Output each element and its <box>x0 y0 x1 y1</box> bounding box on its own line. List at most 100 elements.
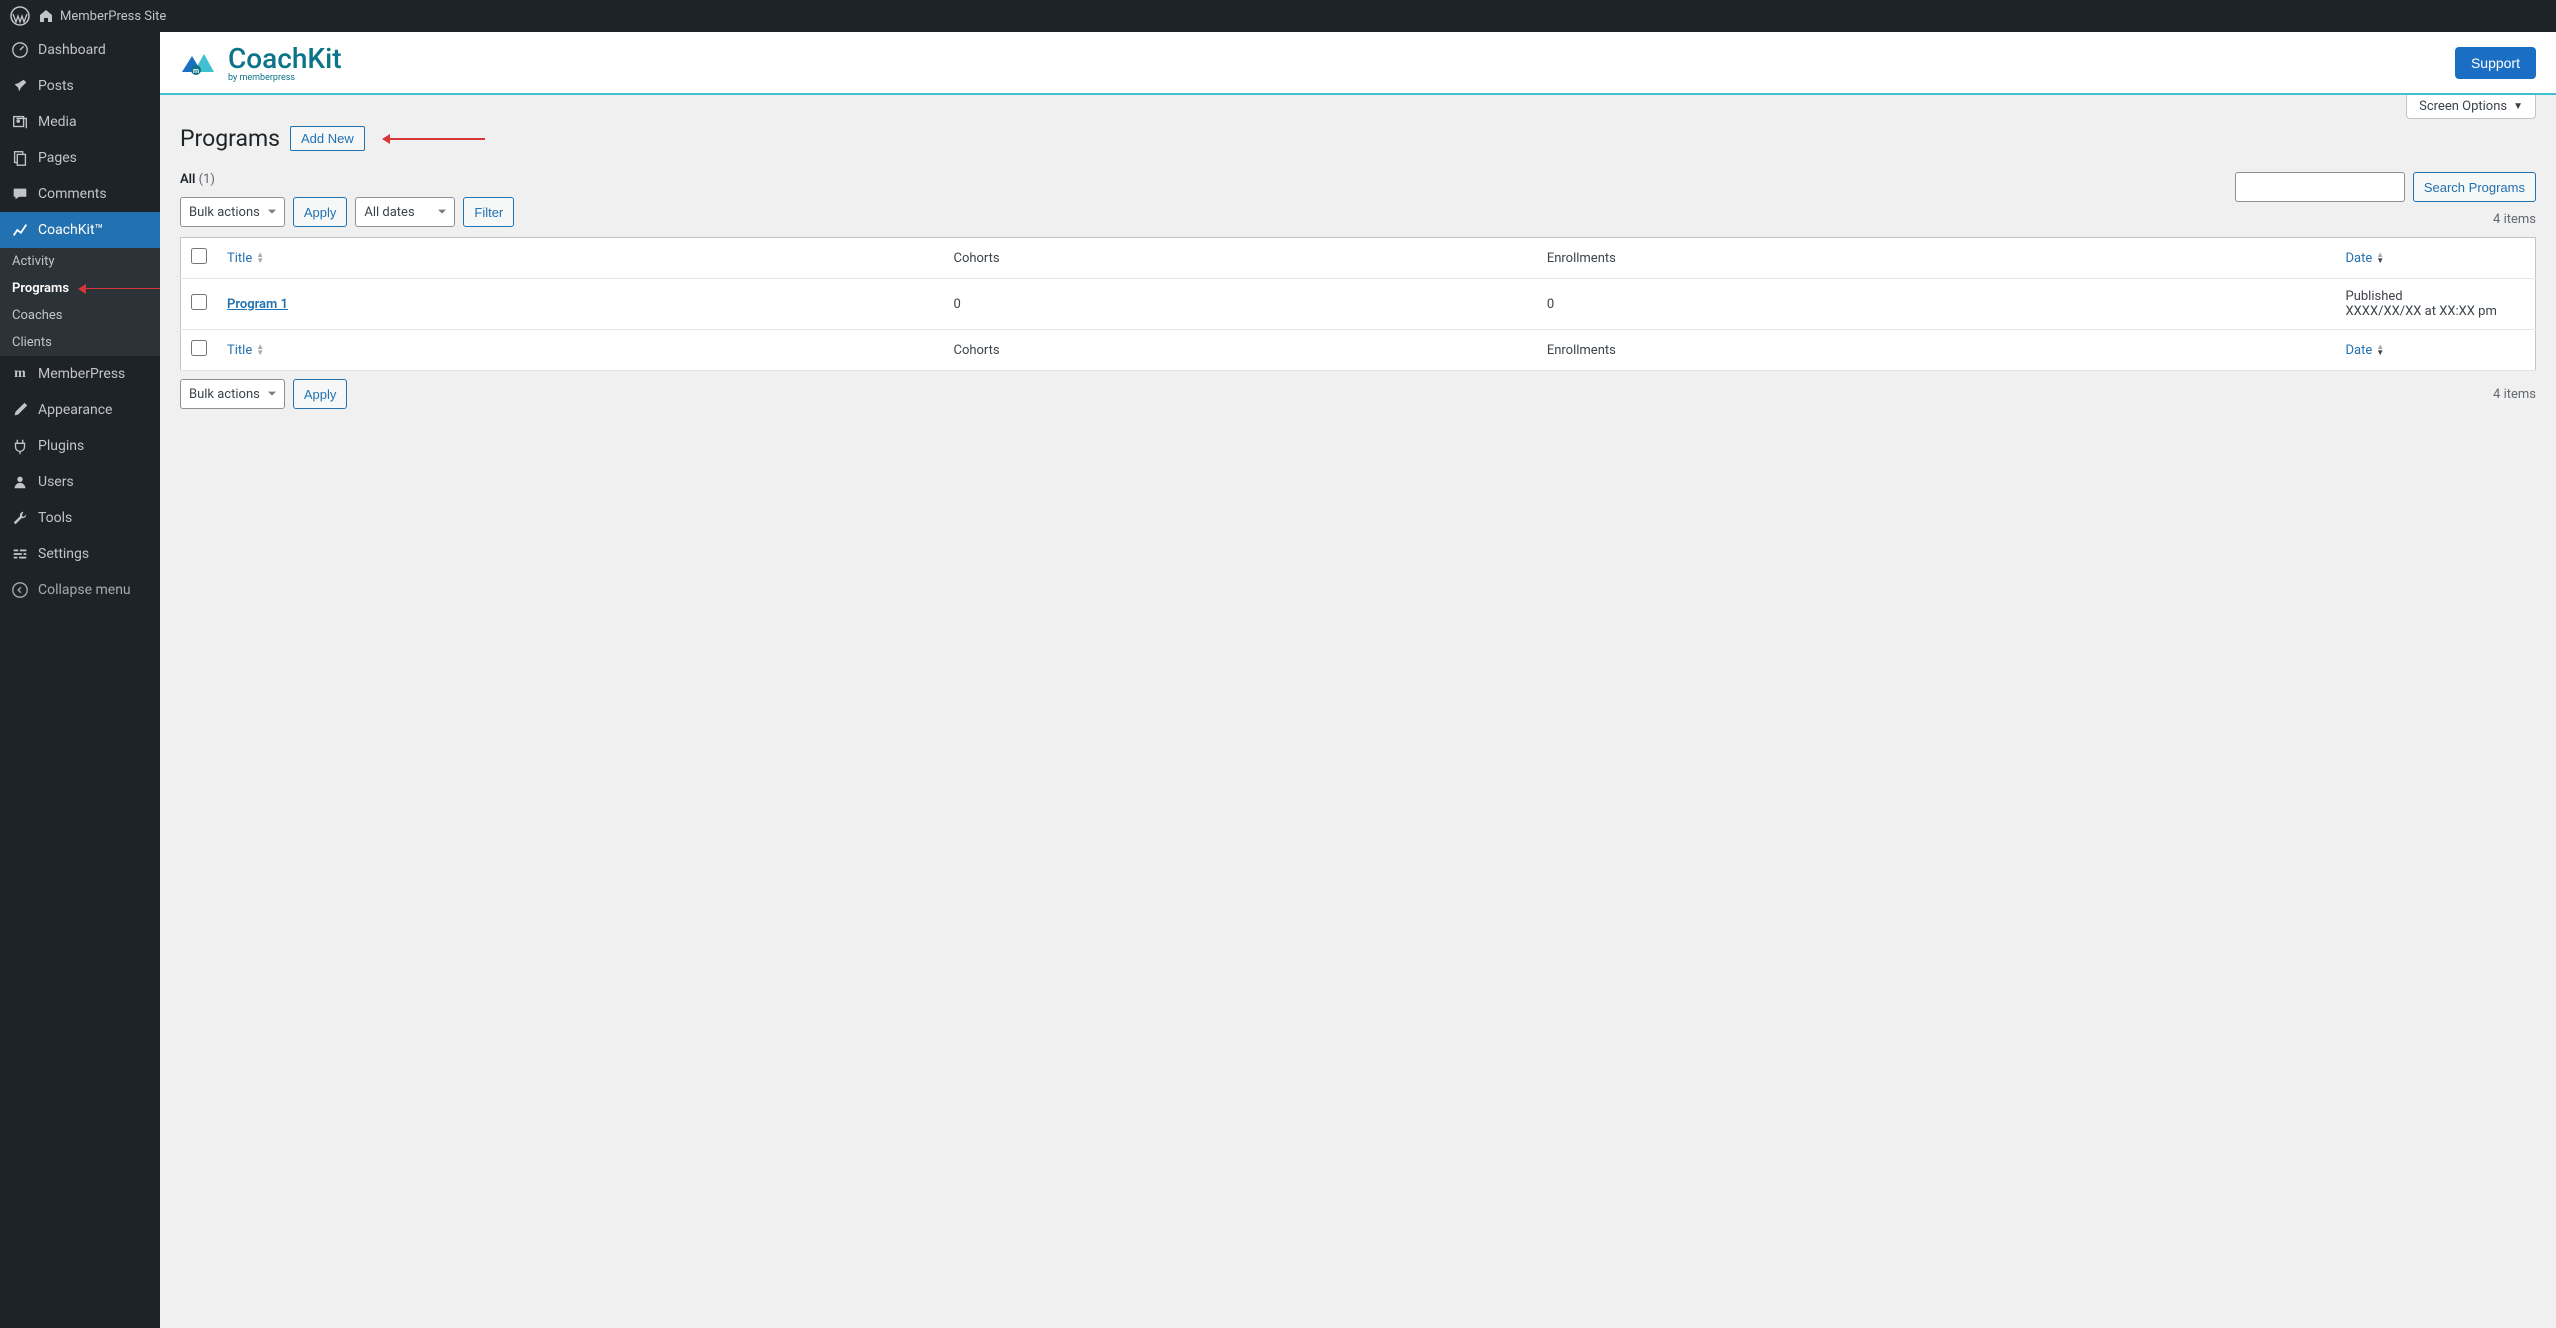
sidebar-item-plugins[interactable]: Plugins <box>0 428 160 464</box>
status-count: (1) <box>199 172 215 187</box>
dashboard-icon <box>10 40 30 60</box>
brand-banner: m CoachKit by memberpress Support <box>160 32 2556 95</box>
annotation-arrow <box>81 288 160 289</box>
submenu-item-programs[interactable]: Programs <box>0 275 81 302</box>
site-name[interactable]: MemberPress Site <box>60 9 166 24</box>
submenu-label: Programs <box>12 281 69 296</box>
submenu-label: Coaches <box>12 308 63 323</box>
col-date-footer[interactable]: Date▲▼ <box>2336 330 2536 371</box>
sidebar-item-tools[interactable]: Tools <box>0 500 160 536</box>
collapse-icon <box>10 580 30 600</box>
sidebar-item-appearance[interactable]: Appearance <box>0 392 160 428</box>
sort-icon: ▲▼ <box>2376 252 2384 264</box>
items-count: 4 items <box>2235 212 2536 227</box>
comments-icon <box>10 184 30 204</box>
date-filter-select[interactable]: All dates <box>355 197 455 227</box>
settings-icon <box>10 544 30 564</box>
col-enrollments: Enrollments <box>1537 238 2336 279</box>
select-label: Bulk actions <box>189 205 260 220</box>
col-label: Date <box>2346 251 2373 266</box>
sidebar-item-settings[interactable]: Settings <box>0 536 160 572</box>
row-date: XXXX/XX/XX at XX:XX pm <box>2346 304 2526 319</box>
apply-button[interactable]: Apply <box>293 197 348 227</box>
row-title-link[interactable]: Program 1 <box>227 297 288 312</box>
wp-logo-icon[interactable] <box>10 6 30 26</box>
annotation-arrow <box>385 138 485 140</box>
home-icon[interactable] <box>38 8 54 24</box>
chart-icon <box>10 220 30 240</box>
table-row: Program 1 0 0 Published XXXX/XX/XX at XX… <box>181 279 2536 330</box>
sort-icon: ▲▼ <box>2376 344 2384 356</box>
bulk-actions-select[interactable]: Bulk actions <box>180 197 285 227</box>
select-all-checkbox-footer[interactable] <box>191 340 207 356</box>
col-cohorts-footer: Cohorts <box>943 330 1536 371</box>
sidebar-item-label: MemberPress <box>38 366 125 382</box>
sidebar-item-label: Dashboard <box>38 42 106 58</box>
submenu-item-coaches[interactable]: Coaches <box>0 302 160 329</box>
sidebar-item-label: CoachKit™ <box>38 222 103 238</box>
select-label: All dates <box>364 205 414 220</box>
sort-icon: ▲▼ <box>256 344 264 356</box>
col-enrollments-footer: Enrollments <box>1537 330 2336 371</box>
submenu-label: Activity <box>12 254 55 269</box>
col-title[interactable]: Title ▲▼ <box>217 238 943 279</box>
select-all-checkbox[interactable] <box>191 248 207 264</box>
sidebar-item-dashboard[interactable]: Dashboard <box>0 32 160 68</box>
col-date[interactable]: Date▲▼ <box>2336 238 2536 279</box>
search-input[interactable] <box>2235 172 2405 202</box>
brush-icon <box>10 400 30 420</box>
col-cohorts: Cohorts <box>943 238 1536 279</box>
submenu-item-clients[interactable]: Clients <box>0 329 160 356</box>
pages-icon <box>10 148 30 168</box>
media-icon <box>10 112 30 132</box>
row-status: Published <box>2346 289 2526 304</box>
sidebar-item-media[interactable]: Media <box>0 104 160 140</box>
add-new-button[interactable]: Add New <box>290 126 365 151</box>
mountain-icon: m <box>180 48 220 78</box>
sidebar-item-users[interactable]: Users <box>0 464 160 500</box>
sidebar-item-posts[interactable]: Posts <box>0 68 160 104</box>
search-button[interactable]: Search Programs <box>2413 172 2536 202</box>
apply-button-bottom[interactable]: Apply <box>293 379 348 409</box>
submenu-label: Clients <box>12 335 52 350</box>
sidebar-item-memberpress[interactable]: m MemberPress <box>0 356 160 392</box>
page-title: Programs <box>180 125 280 152</box>
screen-options-label: Screen Options <box>2419 99 2507 114</box>
sidebar-item-label: Settings <box>38 546 89 562</box>
chevron-down-icon: ▼ <box>2513 101 2523 112</box>
m-icon: m <box>10 364 30 384</box>
col-label: Title <box>227 251 252 266</box>
sidebar-item-label: Appearance <box>38 402 112 418</box>
col-label: Title <box>227 343 252 358</box>
col-title-footer[interactable]: Title ▲▼ <box>217 330 943 371</box>
user-icon <box>10 472 30 492</box>
pin-icon <box>10 76 30 96</box>
sidebar-item-coachkit[interactable]: CoachKit™ <box>0 212 160 248</box>
status-filter: All (1) <box>180 172 514 187</box>
items-count-bottom: 4 items <box>2493 387 2536 402</box>
sidebar-item-label: Users <box>38 474 74 490</box>
status-all-link[interactable]: All <box>180 172 195 187</box>
bulk-actions-select-bottom[interactable]: Bulk actions <box>180 379 285 409</box>
sort-icon: ▲▼ <box>256 252 264 264</box>
sidebar-item-label: Comments <box>38 186 107 202</box>
support-button[interactable]: Support <box>2455 47 2536 79</box>
sidebar-item-label: Tools <box>38 510 72 526</box>
sidebar-item-pages[interactable]: Pages <box>0 140 160 176</box>
sidebar-item-comments[interactable]: Comments <box>0 176 160 212</box>
filter-button[interactable]: Filter <box>463 197 514 227</box>
wrench-icon <box>10 508 30 528</box>
row-checkbox[interactable] <box>191 294 207 310</box>
programs-table: Title▲▼ Cohorts Enrollments Date▲▼ Progr… <box>180 237 2536 371</box>
sidebar-submenu: Activity Programs Coaches Clients <box>0 248 160 356</box>
col-label: Date <box>2346 343 2373 358</box>
sidebar-item-collapse[interactable]: Collapse menu <box>0 572 160 608</box>
svg-text:m: m <box>193 67 199 75</box>
admin-sidebar: Dashboard Posts Media Pages Comments Coa… <box>0 32 160 1328</box>
sidebar-item-label: Posts <box>38 78 74 94</box>
screen-options-button[interactable]: Screen Options ▼ <box>2406 95 2536 119</box>
sidebar-item-label: Collapse menu <box>38 582 131 598</box>
submenu-item-activity[interactable]: Activity <box>0 248 160 275</box>
plug-icon <box>10 436 30 456</box>
row-cohorts: 0 <box>943 279 1536 330</box>
